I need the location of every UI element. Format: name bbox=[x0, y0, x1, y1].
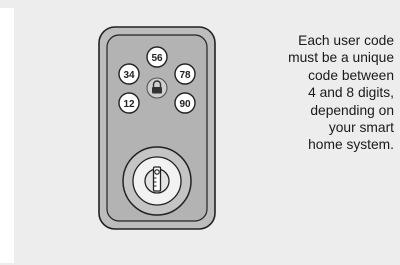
keypad-button-12[interactable]: 12 bbox=[118, 92, 140, 114]
key-cylinder-icon bbox=[122, 146, 192, 216]
keypad-button-78[interactable]: 78 bbox=[174, 63, 196, 85]
left-border bbox=[0, 8, 14, 263]
caption-line: code between bbox=[308, 67, 394, 83]
keypad-label: 56 bbox=[151, 53, 163, 64]
keypad-button-34[interactable]: 34 bbox=[118, 63, 140, 85]
caption-line: depending on bbox=[310, 102, 394, 118]
keypad-label: 12 bbox=[123, 99, 135, 110]
caption-line: must be a unique bbox=[288, 50, 394, 66]
code-length-caption: Each user code must be a unique code bet… bbox=[232, 32, 394, 154]
keypad-button-90[interactable]: 90 bbox=[174, 92, 196, 114]
caption-line: your smart bbox=[328, 120, 394, 136]
caption-line: Each user code bbox=[298, 33, 394, 48]
keypad-label: 34 bbox=[123, 70, 135, 81]
padlock-icon[interactable] bbox=[146, 77, 168, 99]
caption-line: home system. bbox=[308, 137, 394, 153]
keypad-label: 90 bbox=[179, 99, 191, 110]
keypad-label: 78 bbox=[179, 70, 191, 81]
keypad-button-56[interactable]: 56 bbox=[146, 46, 168, 68]
smart-lock-illustration: 56 34 78 12 90 bbox=[98, 26, 216, 230]
caption-line: 4 and 8 digits, bbox=[308, 85, 394, 101]
